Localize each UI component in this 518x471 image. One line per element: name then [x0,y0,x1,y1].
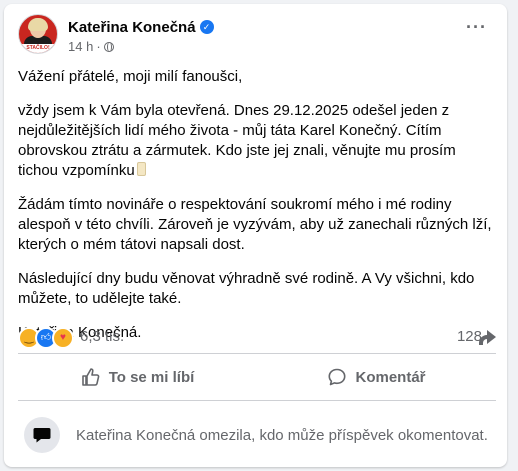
post-body: Vážení přátelé, moji milí fanoušci, vždy… [18,67,496,357]
candle-icon [136,162,146,176]
thumbs-up-icon [81,368,100,386]
chat-bubble-icon [24,417,60,453]
like-button-label: To se mi líbí [108,368,195,386]
author-name[interactable]: Kateřina Konečná [68,19,196,36]
post-paragraph: Následující dny budu věnovat výhradně sv… [18,270,475,307]
post-meta: 14 h · [68,39,114,54]
stats-divider [18,353,496,354]
verified-badge-icon: ✓ [199,20,214,34]
action-bar: To se mi líbí Komentář [18,359,496,395]
post-paragraph: vždy jsem k Vám byla otevřená. Dnes 29.1… [18,101,496,181]
like-button[interactable]: To se mi líbí [18,359,257,395]
post-paragraph-text: vždy jsem k Vám byla otevřená. Dnes 29.1… [18,102,456,179]
reaction-count[interactable]: 6,3 tis. [80,328,124,345]
actions-divider [18,400,496,401]
post-paragraph: Vážení přátelé, moji milí fanoušci, [18,68,243,85]
comment-restriction: Kateřina Konečná omezila, kdo může přísp… [18,410,496,460]
post-paragraph: Žádám tímto novináře o respektování souk… [18,196,492,253]
care-reaction-icon: ♥ [52,327,74,349]
globe-icon [103,41,114,52]
post-stats: ‿ 👍︎ ♥ 6,3 tis. 128 [18,324,496,349]
meta-separator: · [96,39,101,54]
chat-bubble-glyph [33,428,51,443]
post-time[interactable]: 14 h [68,39,93,54]
comment-button-label: Komentář [355,368,426,386]
comment-restriction-text: Kateřina Konečná omezila, kdo může přísp… [76,426,488,444]
reactions-summary[interactable]: ‿ 👍︎ ♥ [18,327,74,349]
post-header: STAČILO! Kateřina Konečná ✓ 14 h · ··· [18,14,493,58]
share-icon [479,329,496,345]
avatar[interactable]: STAČILO! [18,14,58,54]
comment-icon [328,368,346,386]
avatar-hair [28,18,48,31]
post-card: STAČILO! Kateřina Konečná ✓ 14 h · ··· V… [4,4,507,467]
author-row: Kateřina Konečná ✓ [68,18,214,36]
share-count[interactable]: 128 [457,328,496,345]
avatar-tag: STAČILO! [21,44,55,53]
more-options-icon[interactable]: ··· [466,18,487,36]
comment-button[interactable]: Komentář [257,359,496,395]
